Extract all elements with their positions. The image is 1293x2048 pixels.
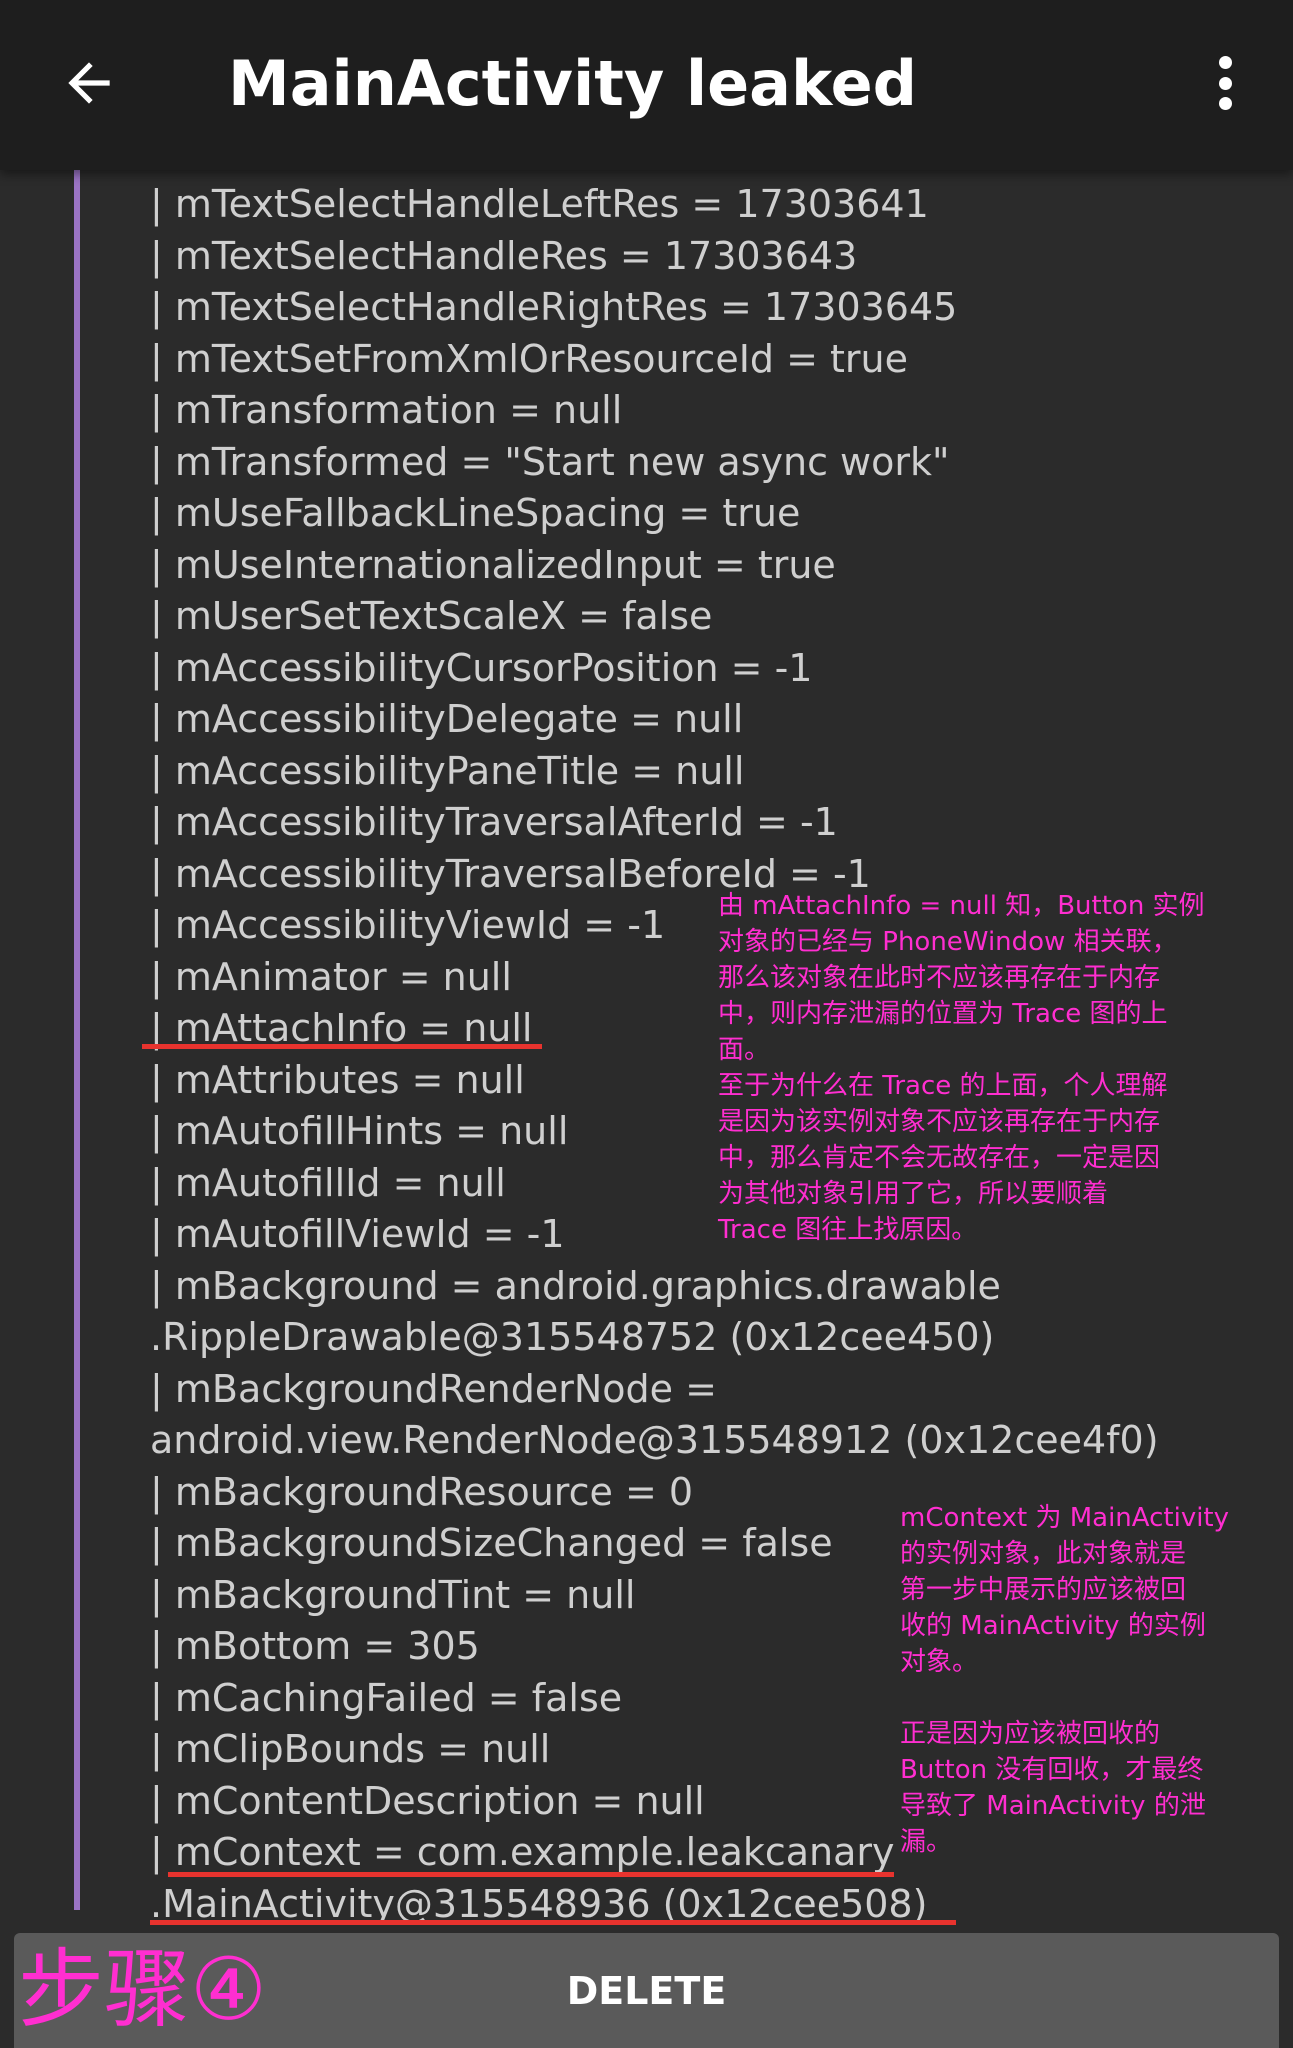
trace-line-item: | mAccessibilityTraversalAfterId = -1 [150,800,838,844]
annotation-line: 中，则内存泄漏的位置为 Trace 图的上 [718,999,1168,1029]
trace-line-item: | mBackgroundTint = null [150,1572,636,1617]
annotation-line: 第一步中展示的应该被回 [900,1575,1187,1605]
trace-line-item: | mBackground = android.graphics.drawabl… [150,1263,1001,1308]
trace-line-item: | mAccessibilityPaneTitle = null [150,748,745,793]
trace-line-item: | mBackgroundResource = 0 [150,1469,694,1514]
annotation-line: 导致了 MainActivity 的泄 [900,1791,1206,1821]
annotation-line: Trace 图往上找原因。 [718,1215,978,1245]
trace-line-item: | mTextSetFromXmlOrResourceId = true [150,336,909,381]
trace-line-item: | mAccessibilityCursorPosition = -1 [150,645,813,690]
trace-timeline-bar [74,170,80,1910]
annotation-line: 由 mAttachInfo = null 知，Button 实例 [718,891,1205,921]
page-title: MainActivity leaked [228,47,917,120]
trace-line-item: | mAutofillViewId = -1 [150,1212,565,1256]
trace-line-item: | mAccessibilityDelegate = null [150,697,744,741]
trace-line-item: | mBackgroundRenderNode = [150,1366,717,1411]
trace-line-item: | mContentDescription = null [150,1778,705,1823]
annotation-line: Button 没有回收，才最终 [900,1755,1204,1785]
trace-line-item: | mTransformation = null [150,388,623,432]
trace-line-item: | mBottom = 305 [150,1624,480,1668]
trace-line-item: .RippleDrawable@315548752 (0x12cee450) [150,1315,995,1359]
trace-line-item: | mTextSelectHandleRes = 17303643 [150,233,858,278]
annotation-line: 对象的已经与 PhoneWindow 相关联， [718,927,1178,957]
trace-line-item: | mClipBounds = null [150,1727,551,1771]
annotation-line: mContext 为 MainActivity [900,1503,1230,1533]
trace-line-item: | mUserSetTextScaleX = false [150,594,713,638]
annotation-line: 是因为该实例对象不应该再存在于内存 [718,1107,1161,1137]
underline-mcontext-2 [150,1920,956,1925]
trace-content[interactable]: | mTextSelectHandleLeftRes = 17303641 | m… [0,170,1293,1928]
attach-info-annotation: 由 mAttachInfo = null 知，Button 实例 对象的已经与 P… [718,888,1278,1248]
trace-line-item: | mTextSelectHandleLeftRes = 17303641 [150,182,929,226]
trace-line-item: | mAnimator = null [150,954,512,999]
trace-line-item: | mUseInternationalizedInput = true [150,542,836,587]
more-vertical-icon[interactable] [1200,50,1250,116]
annotation-line: 那么该对象在此时不应该再存在于内存 [718,963,1161,993]
trace-line-item: | mUseFallbackLineSpacing = true [150,491,801,535]
annotation-line: 面。 [718,1035,771,1065]
trace-line-item: | mTransformed = "Start new async work" [150,439,950,484]
app-bar: MainActivity leaked [0,0,1293,170]
annotation-line: 漏。 [900,1827,953,1857]
trace-line-item: | mCachingFailed = false [150,1675,623,1720]
underline-mattachinfo [142,1044,542,1049]
trace-line-item: | mAutofillHints = null [150,1109,569,1153]
trace-line-item: | mTextSelectHandleRightRes = 17303645 [150,285,958,329]
arrow-left-icon [68,62,110,104]
trace-line-item: | mContext = com.example.leakcanary [150,1830,895,1874]
annotation-line: 的实例对象，此对象就是 [900,1539,1187,1569]
underline-mcontext-1 [168,1872,894,1877]
step-label: 步骤④ [18,1940,268,2040]
annotation-line: 对象。 [900,1647,979,1677]
back-button[interactable] [58,52,120,114]
trace-line-item: | mAttributes = null [150,1057,525,1102]
annotation-line: 收的 MainActivity 的实例 [900,1611,1206,1641]
trace-line-item: | mAccessibilityViewId = -1 [150,903,666,947]
context-annotation: mContext 为 MainActivity 的实例对象，此对象就是 第一步中展示… [900,1500,1280,1860]
trace-line-item: | mAutofillId = null [150,1160,506,1205]
annotation-line: 中，那么肯定不会无故存在，一定是因 [718,1143,1161,1173]
annotation-line: 至于为什么在 Trace 的上面，个人理解 [718,1071,1168,1101]
annotation-line: 正是因为应该被回收的 [900,1719,1161,1749]
trace-line-item: android.view.RenderNode@315548912 (0x12c… [150,1418,1159,1462]
annotation-line [900,1680,1280,1716]
trace-line-item: | mBackgroundSizeChanged = false [150,1521,833,1565]
annotation-line: 为其他对象引用了它，所以要顺着 [718,1179,1109,1209]
